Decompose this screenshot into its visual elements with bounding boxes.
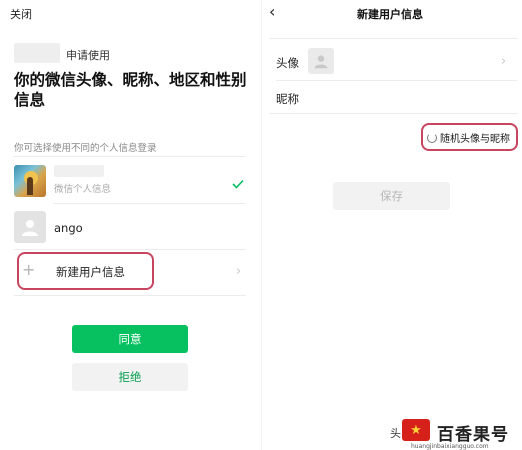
account-name[interactable]: ango [54, 221, 83, 235]
close-button[interactable]: 关闭 [10, 6, 32, 22]
authorization-panel: 关闭 申请使用 你的微信头像、昵称、地区和性别信息 你可选择使用不同的个人信息登… [0, 0, 261, 450]
nickname-label[interactable]: 昵称 [276, 91, 299, 107]
watermark-badge-icon: ★ [402, 419, 430, 441]
watermark-prefix: 头 [390, 427, 401, 440]
avatar-picker[interactable] [308, 48, 334, 74]
divider [14, 156, 246, 157]
highlight-box [17, 252, 154, 290]
account-avatar-photo[interactable] [14, 165, 46, 197]
hint-text: 你可选择使用不同的个人信息登录 [14, 143, 157, 154]
default-avatar[interactable] [14, 211, 46, 243]
divider [54, 203, 246, 204]
divider [276, 80, 517, 81]
account-subtitle[interactable]: 微信个人信息 [54, 181, 111, 195]
page-title: 新建用户信息 [357, 8, 423, 21]
figure-shape [27, 177, 33, 195]
divider [14, 295, 246, 296]
page-title: 你的微信头像、昵称、地区和性别信息 [14, 71, 247, 109]
request-text: 申请使用 [66, 49, 110, 62]
divider [14, 249, 246, 250]
app-logo-placeholder [14, 43, 60, 63]
divider [269, 38, 517, 39]
chevron-right-icon: › [501, 54, 507, 69]
person-icon [314, 55, 328, 69]
panel-divider [261, 0, 262, 450]
save-button[interactable]: 保存 [333, 182, 450, 210]
person-icon [22, 220, 38, 236]
agree-button[interactable]: 同意 [72, 325, 188, 353]
highlight-box [421, 123, 518, 151]
chevron-right-icon: › [236, 264, 242, 279]
account-name-redacted [54, 165, 104, 177]
watermark-text: 百香果号 [437, 425, 509, 445]
avatar-label: 头像 [276, 56, 299, 70]
watermark-url: huangjinbaixiangguo.com [411, 443, 489, 450]
divider [269, 113, 517, 114]
chevron-left-icon[interactable]: ‹ [269, 2, 275, 21]
reject-button[interactable]: 拒绝 [72, 363, 188, 391]
check-icon [232, 174, 244, 193]
